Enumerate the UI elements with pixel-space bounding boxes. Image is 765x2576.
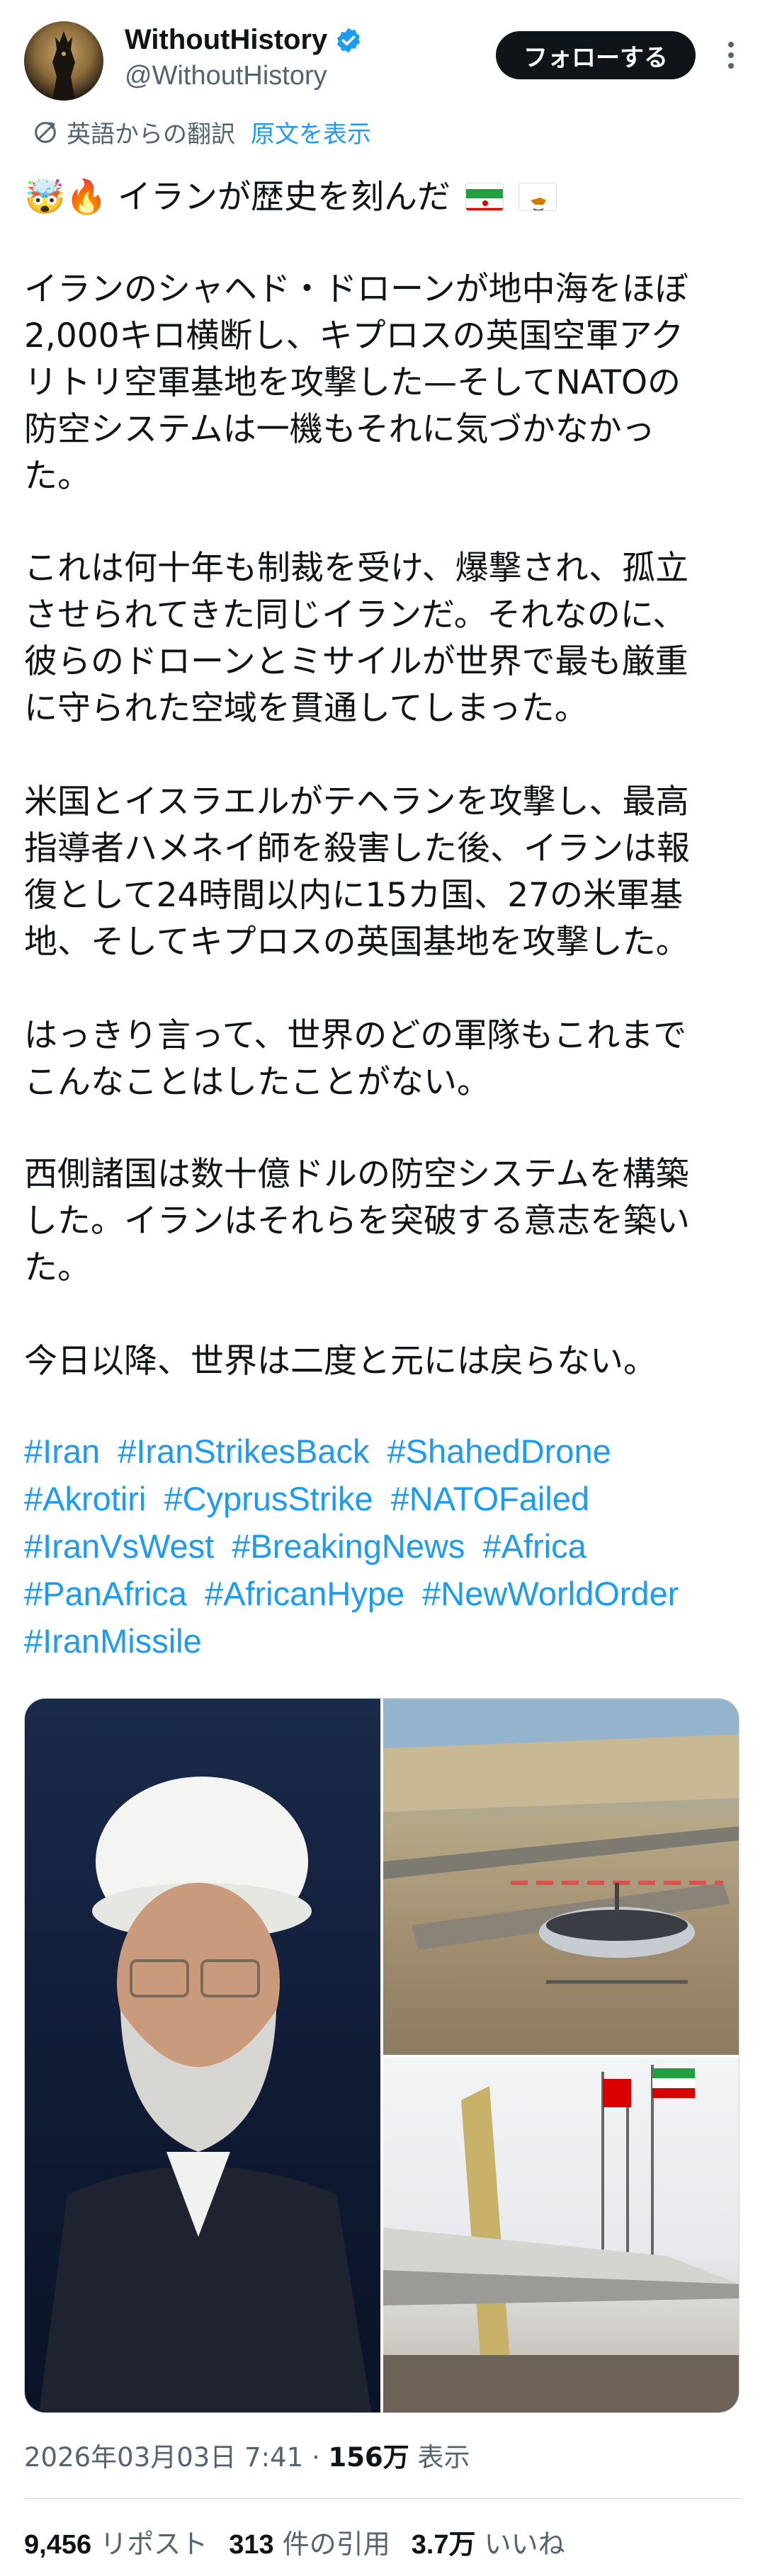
paragraph-line: 西側諸国は数十億ドルの防空システムを構築 xyxy=(24,1155,689,1194)
likes-stat[interactable]: 3.7万 いいね xyxy=(412,2522,565,2561)
headline-text: 🤯🔥 イランが歴史を刻んだ xyxy=(24,178,450,217)
hashtag-list: #Iran #IranStrikesBack #ShahedDrone #Akr… xyxy=(24,1427,754,1665)
likes-count: 3.7万 xyxy=(411,2530,476,2560)
paragraph-line: こんなことはしたことがない。 xyxy=(24,1063,490,1102)
hashtag-link[interactable]: #ShahedDrone xyxy=(387,1432,611,1470)
quotes-count: 313 xyxy=(229,2530,274,2560)
translation-label: 英語からの翻訳 xyxy=(67,120,235,149)
display-name[interactable]: WithoutHistory xyxy=(125,24,327,56)
media-image-airbase[interactable] xyxy=(383,1699,739,2055)
meta-separator: · xyxy=(311,2442,320,2473)
hashtag-line: #IranVsWest #BreakingNews #Africa xyxy=(24,1522,754,1570)
translate-icon xyxy=(35,121,56,143)
paragraph-line: 今日以降、世界は二度と元には戻らない。 xyxy=(24,1342,657,1381)
avatar[interactable] xyxy=(24,21,103,101)
media-grid xyxy=(24,1698,740,2413)
engagement-stats: 9,456 リポスト 313 件の引用 3.7万 いいね xyxy=(24,2522,586,2561)
paragraph-line: た。 xyxy=(24,457,91,496)
hashtag-link[interactable]: #NATOFailed xyxy=(391,1480,589,1517)
hashtag-link[interactable]: #PanAfrica xyxy=(24,1575,187,1612)
paragraph-line: 米国とイスラエルがテヘランを攻撃し、最高 xyxy=(24,782,689,821)
post-paragraph-6: 今日以降、世界は二度と元には戻らない。 xyxy=(24,1338,747,1385)
user-handle[interactable]: @WithoutHistory xyxy=(125,61,327,91)
paragraph-line: 彼らのドローンとミサイルが世界で最も厳重 xyxy=(24,642,688,681)
paragraph-line: に守られた空域を貫通してしまった。 xyxy=(24,689,588,728)
hashtag-link[interactable]: #IranVsWest xyxy=(24,1527,214,1565)
views-count: 156万 xyxy=(328,2442,409,2473)
hashtag-link[interactable]: #Africa xyxy=(482,1527,586,1565)
post-paragraph-3: 米国とイスラエルがテヘランを攻撃し、最高 指導者ハメネイ師を殺害した後、イランは… xyxy=(24,779,747,966)
hashtag-line: #IranMissile xyxy=(24,1617,754,1665)
paragraph-line: 地、そしてキプロスの英国基地を攻撃した。 xyxy=(24,923,689,962)
verified-badge-icon xyxy=(337,28,361,52)
hashtag-link[interactable]: #NewWorldOrder xyxy=(422,1575,679,1612)
likes-label: いいね xyxy=(484,2529,565,2560)
reposts-stat[interactable]: 9,456 リポスト xyxy=(24,2522,208,2561)
hashtag-line: #Akrotiri #CyprusStrike #NATOFailed xyxy=(24,1475,754,1522)
paragraph-line: した。イランはそれらを突破する意志を築い xyxy=(24,1202,690,1241)
hashtag-link[interactable]: #IranStrikesBack xyxy=(118,1432,369,1470)
name-row: WithoutHistory xyxy=(125,24,363,56)
hashtag-link[interactable]: #Iran xyxy=(24,1432,100,1470)
post-paragraph-4: はっきり言って、世界のどの軍隊もこれまで こんなことはしたことがない。 xyxy=(24,1013,747,1106)
views-label: 表示 xyxy=(417,2442,470,2473)
hashtag-line: #Iran #IranStrikesBack #ShahedDrone xyxy=(24,1427,754,1475)
follow-button[interactable]: フォローする xyxy=(496,31,696,79)
reposts-count: 9,456 xyxy=(24,2530,92,2560)
media-image-missile-display[interactable] xyxy=(383,2058,739,2412)
quotes-stat[interactable]: 313 件の引用 xyxy=(229,2522,390,2561)
paragraph-line: た。 xyxy=(24,1248,91,1287)
quotes-label: 件の引用 xyxy=(282,2529,390,2560)
show-original-link[interactable]: 原文を表示 xyxy=(251,115,371,149)
post-paragraph-5: 西側諸国は数十億ドルの防空システムを構築 した。イランはそれらを突破する意志を築… xyxy=(24,1151,747,1292)
post-meta: 2026年03月03日 7:41 · 156万 表示 xyxy=(24,2436,470,2474)
post-header: WithoutHistory @WithoutHistory フォローする xyxy=(0,0,765,106)
paragraph-line: リトリ空軍基地を攻撃した—そしてNATOの xyxy=(24,363,681,402)
post-paragraph-1: イランのシャヘド・ドローンが地中海をほぼ 2,000キロ横断し、キプロスの英国空… xyxy=(24,266,747,500)
paragraph-line: 復として24時間以内に15カ国、27の米軍基 xyxy=(24,876,684,915)
reposts-label: リポスト xyxy=(100,2529,208,2560)
media-image-portrait[interactable] xyxy=(25,1699,380,2412)
paragraph-line: 指導者ハメネイ師を殺害した後、イランは報 xyxy=(24,829,690,868)
hashtag-link[interactable]: #BreakingNews xyxy=(232,1527,465,1565)
post-timestamp[interactable]: 2026年03月03日 7:41 xyxy=(24,2442,303,2473)
hashtag-link[interactable]: #Akrotiri xyxy=(24,1480,146,1517)
post-headline: 🤯🔥 イランが歴史を刻んだ xyxy=(24,174,747,221)
paragraph-line: これは何十年も制裁を受け、爆撃され、孤立 xyxy=(24,549,689,588)
hashtag-link[interactable]: #CyprusStrike xyxy=(164,1480,373,1517)
cyprus-flag-icon xyxy=(518,183,557,211)
paragraph-line: させられてきた同じイランだ。それなのに、 xyxy=(24,595,686,634)
paragraph-line: 防空システムは一機もそれに気づかなかっ xyxy=(24,410,655,449)
paragraph-line: はっきり言って、世界のどの軍隊もこれまで xyxy=(24,1016,687,1055)
translation-row: 英語からの翻訳 原文を表示 xyxy=(31,115,371,149)
hashtag-link[interactable]: #AfricanHype xyxy=(205,1575,404,1612)
hashtag-line: #PanAfrica #AfricanHype #NewWorldOrder xyxy=(24,1570,754,1617)
paragraph-line: 2,000キロ横断し、キプロスの英国空軍アク xyxy=(24,317,684,355)
more-options-icon[interactable] xyxy=(717,34,745,76)
hashtag-link[interactable]: #IranMissile xyxy=(24,1622,202,1660)
post-paragraph-2: これは何十年も制裁を受け、爆撃され、孤立 させられてきた同じイランだ。それなのに… xyxy=(24,545,747,732)
iran-flag-icon xyxy=(465,183,504,211)
divider xyxy=(24,2498,741,2499)
paragraph-line: イランのシャヘド・ドローンが地中海をほぼ xyxy=(24,270,688,309)
